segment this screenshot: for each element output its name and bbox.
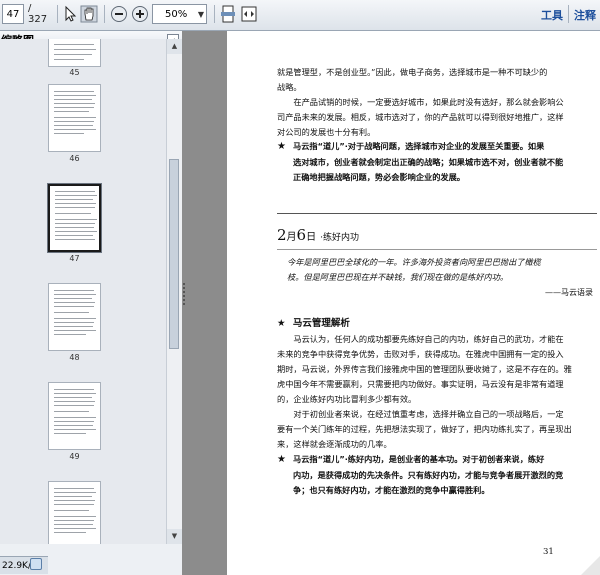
tip-text-line: 马云指“道儿”·对于战略问题，选择城市对企业的发展至关重要。如果 <box>293 141 545 151</box>
tip-text-line: 内功，是获得成功的先决条件。只有练好内功，才能与竞争者展开激烈的竞 <box>293 469 564 480</box>
fit-page-button[interactable] <box>219 4 237 24</box>
body-text-line: 对公司的发展也十分有利。 <box>277 127 376 137</box>
plus-circle-icon <box>132 6 148 22</box>
tip-text-line: 选对城市，创业者就会制定出正确的战略；如果城市选不对，创业者就不能 <box>293 156 564 167</box>
quote-line: 今年是阿里巴巴全球化的一年。许多海外投资者向阿里巴巴抛出了橄榄 <box>287 257 541 267</box>
select-tool-button[interactable] <box>61 4 79 24</box>
date-topic: ·练好内功 <box>320 233 359 243</box>
thumbnail-page[interactable] <box>48 39 101 67</box>
date-num: 6 <box>296 226 307 244</box>
fit-page-icon <box>221 5 235 23</box>
body-text-line: 来，这样就会逐渐成功的几率。 <box>277 439 392 449</box>
body-text-line: 在产品试销的时候，一定要选好城市，如果此时没有选好，那么就会影响公 <box>277 97 564 107</box>
thumbnail-page[interactable] <box>48 84 101 152</box>
chevron-down-icon: ▼ <box>197 9 204 19</box>
date-suffix: 日 <box>306 232 317 243</box>
zoom-out-button[interactable] <box>110 4 128 24</box>
section-heading: ★ 马云管理解析 <box>277 315 350 329</box>
date-day: 2 <box>277 226 287 244</box>
thumbnail-label: 48 <box>69 353 80 362</box>
scroll-up-arrow-icon[interactable]: ▲ <box>167 39 182 54</box>
zoom-level-value: 50% <box>165 8 188 20</box>
zoom-level-select[interactable]: 50% ▼ <box>152 4 207 24</box>
tools-menu-button[interactable]: 工具 <box>541 5 563 25</box>
thumbnail-label: 46 <box>69 154 80 163</box>
body-text-line: 要有一个关门练年的过程，先把想法实现了，做好了，把内功练扎实了，再呈现出 <box>277 424 572 434</box>
tip-block: ★ 马云指“道儿”·对于战略问题，选择城市对企业的发展至关重要。如果 选对城市，… <box>277 139 597 187</box>
page-total-label: / 327 <box>28 3 48 25</box>
date-heading: 2月6日 ·练好内功 <box>277 226 359 244</box>
document-viewport[interactable]: 就是管理型，不是创业型。”因此，做电子商务，选择城市是一种不可缺少的 战略。 在… <box>182 31 600 575</box>
thumbnail-page-selected[interactable] <box>48 184 101 252</box>
thumbnail-page[interactable] <box>48 481 101 544</box>
comment-menu-button[interactable]: 注释 <box>574 5 596 25</box>
toolbar-divider <box>57 5 58 23</box>
body-text-line: 司产品未来的发展。相反，城市选对了，你的产品就可以得到很好地推广，这样 <box>277 112 564 122</box>
thumbnail-page[interactable] <box>48 382 101 450</box>
body-text-line: 就是管理型，不是创业型。”因此，做电子商务，选择城市是一种不可缺少的 <box>277 67 548 77</box>
heading-underline <box>277 249 597 250</box>
page-number-input[interactable]: 47 <box>2 4 24 24</box>
body-text-line: 对于初创业者来说，在经过慎重考虑，选择并确立自己的一项战略后，一定 <box>277 409 564 419</box>
toolbar-divider <box>214 5 215 23</box>
quote-source: ——马云语录 <box>545 288 593 297</box>
scrollbar-thumb[interactable] <box>169 159 179 349</box>
body-text-line: 未来的竞争中获得竞争优势，击败对手，获得成功。在雅虎中国拥有一定的投入 <box>277 349 564 359</box>
toolbar-divider <box>568 5 569 23</box>
page-number: 31 <box>543 547 554 557</box>
thumbnail-label: 49 <box>69 452 80 461</box>
tip-text-line: 马云指“道儿”·练好内功，是创业者的基本功。对于初创者来说，练好 <box>293 454 545 464</box>
tip-text-line: 正确地把握战略问题，势必会影响企业的发展。 <box>293 172 465 182</box>
panel-splitter-handle[interactable] <box>182 281 186 311</box>
body-text-line: 战略。 <box>277 82 302 92</box>
hand-tool-button[interactable] <box>80 4 98 24</box>
tip-text-line: 争；也只有练好内功，才能在激烈的竞争中赢得胜利。 <box>293 485 490 495</box>
thumbnail-scrollbar[interactable]: ▲ ▼ <box>166 39 182 544</box>
thumbnail-page[interactable] <box>48 283 101 351</box>
document-page: 就是管理型，不是创业型。”因此，做电子商务，选择城市是一种不可缺少的 战略。 在… <box>227 31 600 575</box>
thumbnail-label: 47 <box>69 254 80 263</box>
star-icon: ★ <box>277 318 286 329</box>
thumbnail-label: 45 <box>69 68 80 77</box>
thumbnail-list[interactable]: 45 46 47 48 49 <box>0 39 166 544</box>
date-month: 月 <box>286 232 297 243</box>
cursor-icon <box>65 5 77 22</box>
fit-width-icon <box>241 6 257 22</box>
section-divider <box>277 213 597 214</box>
section-title: 马云管理解析 <box>292 318 350 329</box>
quote-line: 枝。但是阿里巴巴现在并不缺钱，我们现在做的是练好内功。 <box>287 272 509 282</box>
scroll-down-arrow-icon[interactable]: ▼ <box>167 529 182 544</box>
minus-circle-icon <box>111 6 127 22</box>
star-icon: ★ <box>277 454 286 465</box>
body-text-line: 虎中国今年不需要赢利，只需要把内功做好。事实证明，马云没有是非常有道理 <box>277 379 564 389</box>
body-text-line: 的，企业练好内功比冒利多少都有效。 <box>277 394 417 404</box>
body-text-line: 期时，马云说，外界传言我们接雅虎中国的管理团队要收摊了，这是不存在的。雅 <box>277 364 572 374</box>
hand-icon <box>80 5 98 23</box>
zoom-in-button[interactable] <box>131 4 149 24</box>
body-text-line: 马云认为，任何人的成功都要先练好自己的内功，练好自己的武功，才能在 <box>277 334 564 344</box>
main-toolbar: 47 / 327 50% ▼ 工具 注释 <box>0 0 600 31</box>
tip-block: ★ 马云指“道儿”·练好内功，是创业者的基本功。对于初创者来说，练好 内功，是获… <box>277 452 597 500</box>
star-icon: ★ <box>277 141 286 152</box>
page-fold-corner <box>581 549 600 575</box>
toolbar-divider <box>104 5 105 23</box>
fit-width-button[interactable] <box>240 4 258 24</box>
network-icon <box>30 558 42 570</box>
